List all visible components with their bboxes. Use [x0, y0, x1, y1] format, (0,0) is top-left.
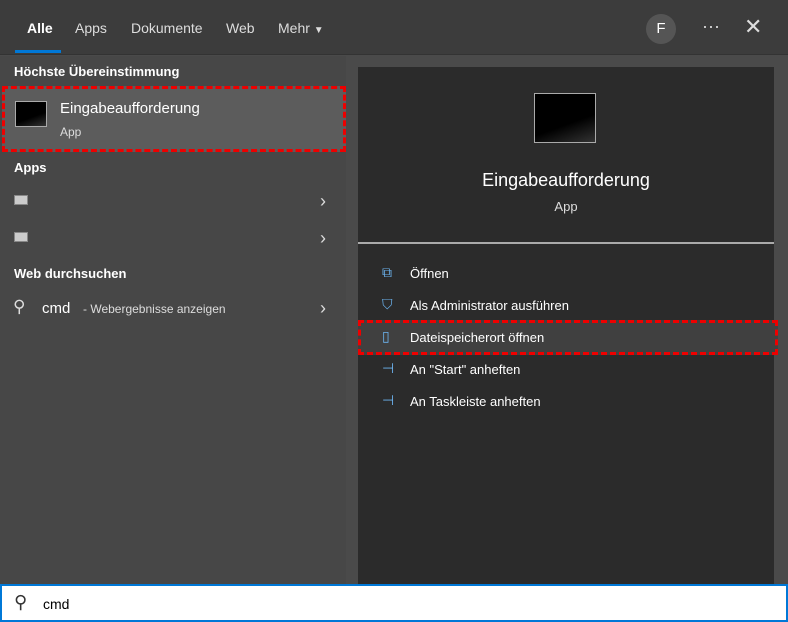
web-query: cmd	[42, 300, 71, 317]
app-result-2[interactable]: ›	[0, 220, 346, 256]
apps-heading: Apps	[14, 160, 47, 175]
details-panel: Eingabeaufforderung App ⧉ Öffnen ⛉ Als Adm…	[358, 67, 778, 584]
best-match-heading: Höchste Übereinstimmung	[14, 64, 180, 79]
tab-mehr-label: Mehr	[278, 20, 310, 36]
app-icon	[14, 232, 28, 242]
best-match-item[interactable]: Eingabeaufforderung App	[2, 86, 346, 152]
web-search-result[interactable]: ⚲ cmd - Webergebnisse anzeigen ›	[0, 290, 346, 326]
details-title: Eingabeaufforderung	[482, 170, 650, 190]
close-icon[interactable]: ✕	[744, 14, 762, 40]
pin-icon: ⊣	[382, 392, 395, 408]
web-search-heading: Web durchsuchen	[14, 266, 127, 281]
action-open[interactable]: ⧉ Öffnen	[358, 257, 774, 289]
action-run-as-admin[interactable]: ⛉ Als Administrator ausführen	[358, 289, 774, 321]
web-suffix: - Webergebnisse anzeigen	[83, 302, 226, 316]
app-icon	[14, 195, 28, 205]
details-subtitle: App	[554, 199, 578, 214]
best-match-title: Eingabeaufforderung	[60, 100, 200, 117]
tab-alle[interactable]: Alle	[27, 20, 53, 36]
search-icon: ⚲	[14, 592, 28, 612]
best-match-subtitle: App	[60, 125, 82, 139]
action-open-file-location[interactable]: ▯ Dateispeicherort öffnen	[358, 320, 778, 355]
search-box[interactable]: ⚲ cmd	[0, 584, 788, 622]
active-tab-indicator	[15, 50, 61, 53]
chevron-down-icon: ▼	[313, 25, 324, 36]
command-prompt-large-icon	[534, 93, 596, 143]
open-icon: ⧉	[382, 264, 392, 280]
action-pin-start[interactable]: ⊣ An "Start" anheften	[358, 353, 774, 385]
chevron-right-icon: ›	[320, 191, 326, 211]
action-label: Als Administrator ausführen	[410, 298, 569, 313]
avatar[interactable]: F	[646, 14, 676, 44]
tab-mehr[interactable]: Mehr ▼	[278, 20, 324, 36]
pin-icon: ⊣	[382, 360, 395, 376]
more-options-icon[interactable]: ···	[702, 16, 720, 37]
tab-apps[interactable]: Apps	[75, 20, 107, 36]
action-label: An "Start" anheften	[410, 362, 521, 377]
chevron-right-icon: ›	[320, 298, 326, 318]
search-icon: ⚲	[13, 297, 26, 316]
search-input[interactable]: cmd	[43, 596, 69, 612]
divider	[358, 242, 774, 244]
app-result-1[interactable]: ›	[0, 183, 346, 219]
chevron-right-icon: ›	[320, 228, 326, 248]
action-label: Öffnen	[410, 266, 449, 281]
shield-icon: ⛉	[382, 296, 393, 312]
top-bar: Alle Apps Dokumente Web Mehr ▼ F ··· ✕	[0, 0, 788, 55]
action-label: An Taskleiste anheften	[410, 394, 541, 409]
action-label: Dateispeicherort öffnen	[410, 330, 545, 345]
tab-dokumente[interactable]: Dokumente	[131, 20, 203, 36]
command-prompt-icon	[15, 101, 47, 127]
action-pin-taskbar[interactable]: ⊣ An Taskleiste anheften	[358, 385, 774, 417]
folder-icon: ▯	[382, 328, 390, 344]
tab-web[interactable]: Web	[226, 20, 255, 36]
